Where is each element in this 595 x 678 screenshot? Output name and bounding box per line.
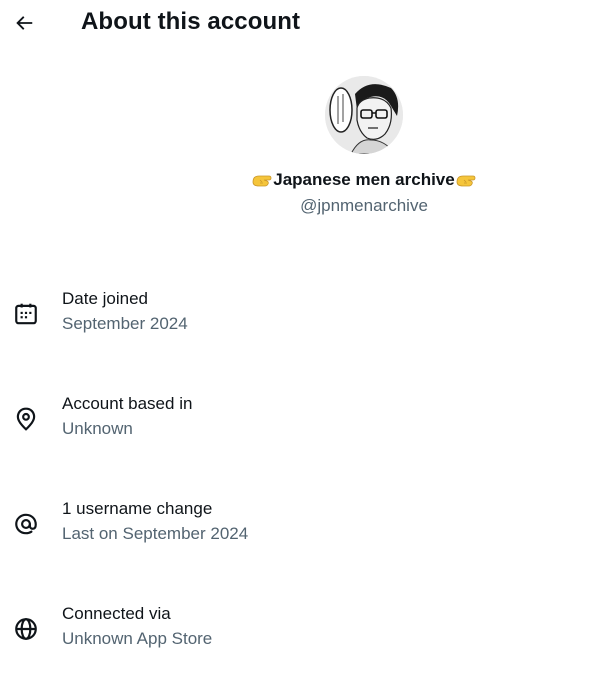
manga-portrait-avatar bbox=[325, 76, 403, 154]
detail-row-username-change: 1 username change Last on September 2024 bbox=[0, 498, 595, 558]
detail-label: Connected via bbox=[62, 604, 171, 623]
detail-row-connected-via: Connected via Unknown App Store bbox=[0, 603, 595, 663]
at-sign-icon bbox=[13, 511, 39, 537]
avatar[interactable] bbox=[325, 76, 403, 154]
profile-summary: Japanese men archive @jpnmenarchive bbox=[0, 76, 595, 216]
hand-emoji-icon bbox=[251, 170, 273, 190]
detail-label: 1 username change bbox=[62, 499, 213, 518]
about-account-page: About this account Japanese men archive … bbox=[0, 0, 595, 678]
detail-value: Last on September 2024 bbox=[62, 524, 249, 543]
header: About this account bbox=[0, 0, 595, 46]
location-pin-icon bbox=[13, 406, 39, 432]
arrow-left-icon bbox=[16, 16, 33, 30]
page-title: About this account bbox=[81, 8, 301, 35]
back-button[interactable] bbox=[6, 5, 42, 41]
display-name-text: Japanese men archive bbox=[273, 170, 455, 189]
hand-emoji-icon bbox=[455, 170, 477, 190]
detail-row-date-joined: Date joined September 2024 bbox=[0, 288, 595, 348]
calendar-icon bbox=[13, 301, 39, 327]
account-handle[interactable]: @jpnmenarchive bbox=[300, 196, 428, 216]
detail-value: Unknown App Store bbox=[62, 629, 213, 648]
globe-icon bbox=[13, 616, 39, 642]
detail-row-account-location: Account based in Unknown bbox=[0, 393, 595, 453]
detail-value: September 2024 bbox=[62, 314, 188, 333]
display-name: Japanese men archive bbox=[251, 169, 476, 191]
detail-label: Date joined bbox=[62, 289, 149, 308]
detail-value: Unknown bbox=[62, 419, 133, 438]
detail-label: Account based in bbox=[62, 394, 193, 413]
